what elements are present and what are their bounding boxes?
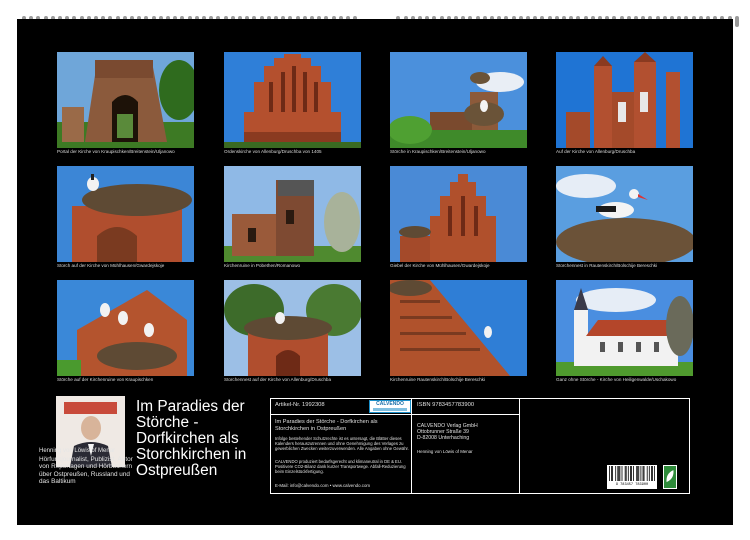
photo-8	[556, 166, 693, 262]
calendar-title: Im Paradies der Störche - Dorfkirchen al…	[136, 398, 247, 479]
photo-5	[57, 166, 194, 262]
barcode-bar	[627, 466, 629, 481]
barcode-bar	[652, 466, 653, 481]
photo-10	[224, 280, 361, 376]
calvendo-logo: CALVENDO	[369, 400, 411, 413]
barcode-bar	[654, 466, 655, 481]
barcode-bar	[618, 466, 620, 481]
barcode-bar	[631, 466, 632, 481]
contact-line: E-Mail: info@calvendo.com • www.calvendo…	[275, 483, 371, 488]
barcode-bar	[638, 466, 640, 481]
rule	[271, 414, 411, 415]
photo-caption: Portal der Kirche von Kraupischken/Breit…	[57, 149, 175, 154]
binding-wire	[734, 16, 739, 27]
stork-nest-photo	[390, 52, 527, 148]
author-name: Henning von Löwis of Menar	[39, 448, 116, 454]
gable-church-photo	[390, 166, 527, 262]
barcode-bar	[633, 466, 634, 481]
eco-leaf-icon	[663, 465, 677, 489]
article-number: Artikel-Nr. 1992308	[275, 402, 325, 408]
barcode-bar	[651, 466, 652, 481]
barcode-bar	[636, 466, 638, 481]
barcode-icon	[609, 466, 655, 481]
gable-church-photo	[224, 52, 361, 148]
barcode-bar	[637, 466, 639, 481]
barcode-bar	[646, 466, 648, 481]
photo-caption: Kirchenruine Rautenskirch/Bolschije Bere…	[390, 377, 485, 382]
photo-12	[556, 280, 693, 376]
photo-6	[224, 166, 361, 262]
photo-caption: Störche in Kraupischken/Breitenstein/Ulj…	[390, 149, 486, 154]
leaf-icon	[666, 470, 674, 483]
barcode-bar	[615, 466, 617, 481]
small-title: Im Paradies der Störche - Dorfkirchen al…	[275, 419, 378, 432]
barcode-bar	[617, 466, 619, 481]
barcode-bar	[648, 466, 650, 481]
photo-caption: Storchennest auf der Kirche von Allenbur…	[224, 377, 331, 382]
stork-nest-photo	[224, 280, 361, 376]
barcode-bar	[630, 466, 631, 481]
photo-2	[224, 52, 361, 148]
church-portal-photo	[57, 52, 194, 148]
photo-1	[57, 52, 194, 148]
photo-4	[556, 52, 693, 148]
barcode-bar	[624, 466, 626, 481]
barcode-bar	[643, 466, 645, 481]
rule	[412, 414, 519, 415]
barcode-bar	[619, 466, 621, 481]
photo-caption: Ordenskirche von Allenburg/Druschba von …	[224, 149, 322, 154]
photo-caption: Störche auf der Kirchenruine von Kraupis…	[57, 377, 154, 382]
barcode: 9 783457 783900	[607, 465, 657, 489]
photo-caption: Auf der Kirche von Allenburg/Druschba	[556, 149, 636, 154]
barcode-bar	[611, 466, 612, 481]
legal-notice: Infolge bestehender Schutzrechte ist es …	[275, 436, 409, 452]
church-ruin-photo	[224, 166, 361, 262]
stork-nest-photo	[556, 166, 693, 262]
photo-caption: Kirchenruine in Pobethen/Romanowo	[224, 263, 301, 268]
isbn: ISBN 9783457783900	[417, 402, 475, 408]
church-ruin-photo	[390, 280, 527, 376]
author-bio: Hörfunkjournalist, Publizist, Autor von …	[39, 456, 133, 486]
photo-caption: Storchennest in Rautenskirch/Bolschije B…	[556, 263, 658, 268]
publisher-info-box: Artikel-Nr. 1992308 CALVENDO Im Paradies…	[270, 398, 690, 494]
photo-7	[390, 166, 527, 262]
barcode-bar	[625, 466, 627, 481]
photo-3	[390, 52, 527, 148]
barcode-bar	[621, 466, 623, 481]
barcode-bar	[640, 466, 642, 481]
photo-11	[390, 280, 527, 376]
photo-caption: Giebel der Kirche von Mühlhausen/Gwardej…	[390, 263, 490, 268]
photo-9	[57, 280, 194, 376]
stork-nest-photo	[57, 166, 194, 262]
church-tower-photo	[556, 52, 693, 148]
white-church-photo	[556, 280, 693, 376]
logo-text: CALVENDO	[376, 401, 404, 407]
barcode-number: 9 783457 783900	[615, 483, 649, 487]
barcode-bar	[609, 466, 610, 481]
author-credit: Henning von Löwis of Menar	[417, 449, 473, 454]
photo-caption: Storch auf der Kirche von Mühlhausen/Gwa…	[57, 263, 165, 268]
barcode-bar	[642, 466, 644, 481]
barcode-bar	[612, 466, 613, 481]
logo-bar	[373, 408, 407, 411]
photo-caption: Ganz ohne Störche - Kirche von Heiligenw…	[556, 377, 677, 382]
stork-nest-photo	[57, 280, 194, 376]
column-divider	[519, 399, 520, 493]
climate-notice: CALVENDO produziert bedarfsgerecht und k…	[275, 459, 406, 475]
publisher-city: D-82008 Unterhaching	[417, 435, 470, 441]
